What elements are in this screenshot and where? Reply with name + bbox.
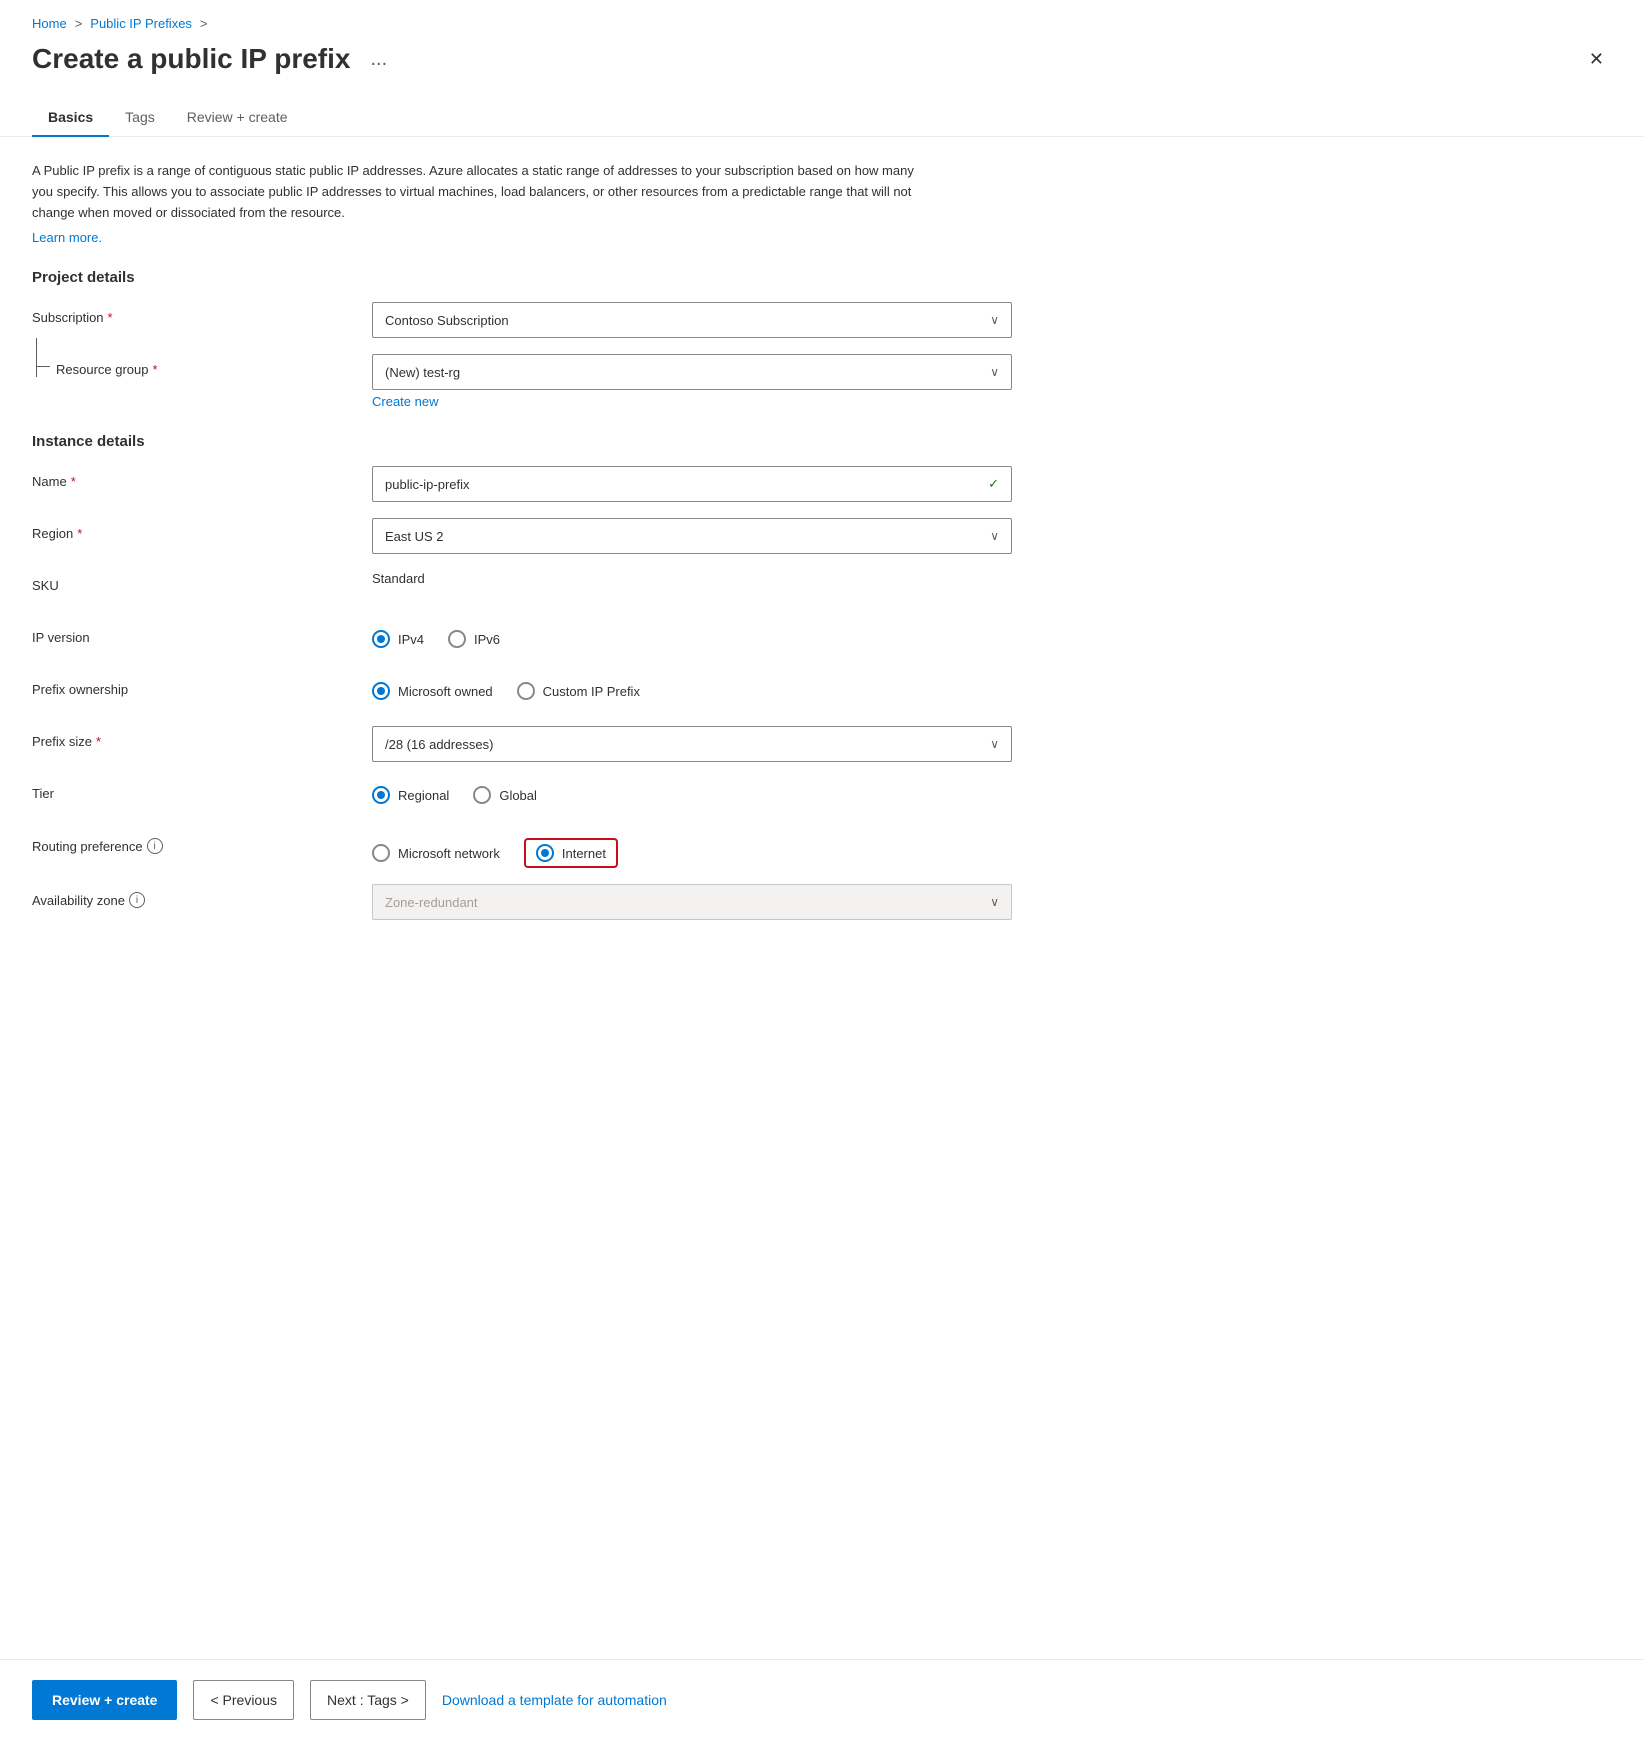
routing-preference-label: Routing preference i [32, 830, 372, 854]
sku-row: SKU Standard [32, 570, 1612, 606]
subscription-label: Subscription * [32, 302, 372, 325]
tier-global-option[interactable]: Global [473, 786, 537, 804]
availability-zone-dropdown[interactable]: Zone-redundant ∨ [372, 884, 1012, 920]
resource-group-control: (New) test-rg ∨ Create new [372, 354, 1012, 409]
microsoft-network-radio-icon[interactable] [372, 844, 390, 862]
microsoft-owned-radio-icon[interactable] [372, 682, 390, 700]
availability-zone-control: Zone-redundant ∨ [372, 884, 1012, 920]
subscription-row: Subscription * Contoso Subscription ∨ [32, 302, 1612, 338]
sku-value: Standard [372, 563, 425, 586]
ipv4-radio-icon[interactable] [372, 630, 390, 648]
name-input[interactable]: public-ip-prefix ✓ [372, 466, 1012, 502]
name-row: Name * public-ip-prefix ✓ [32, 466, 1612, 502]
subscription-dropdown[interactable]: Contoso Subscription ∨ [372, 302, 1012, 338]
breadcrumb-sep2: > [200, 16, 208, 31]
download-template-link[interactable]: Download a template for automation [442, 1692, 667, 1708]
routing-preference-row: Routing preference i Microsoft network I… [32, 830, 1612, 868]
tab-review-create[interactable]: Review + create [171, 99, 304, 137]
prefix-size-label: Prefix size * [32, 726, 372, 749]
region-chevron-icon: ∨ [990, 529, 999, 543]
prefix-ownership-label: Prefix ownership [32, 674, 372, 697]
region-required: * [77, 526, 82, 541]
region-dropdown[interactable]: East US 2 ∨ [372, 518, 1012, 554]
availability-zone-label: Availability zone i [32, 884, 372, 908]
ip-version-row: IP version IPv4 IPv6 [32, 622, 1612, 658]
breadcrumb-sep1: > [75, 16, 83, 31]
name-control: public-ip-prefix ✓ [372, 466, 1012, 502]
regional-radio-icon[interactable] [372, 786, 390, 804]
prefix-size-chevron-icon: ∨ [990, 737, 999, 751]
region-row: Region * East US 2 ∨ [32, 518, 1612, 554]
name-required: * [71, 474, 76, 489]
subscription-chevron-icon: ∨ [990, 313, 999, 327]
ip-version-radio-group: IPv4 IPv6 [372, 622, 1012, 648]
tier-row: Tier Regional Global [32, 778, 1612, 814]
routing-preference-info-icon[interactable]: i [147, 838, 163, 854]
availability-zone-row: Availability zone i Zone-redundant ∨ [32, 884, 1612, 920]
prefix-ownership-radio-group: Microsoft owned Custom IP Prefix [372, 674, 1012, 700]
page-title: Create a public IP prefix [32, 43, 351, 75]
sku-value-container: Standard [372, 570, 1012, 586]
resource-group-chevron-icon: ∨ [990, 365, 999, 379]
ip-version-control: IPv4 IPv6 [372, 622, 1012, 648]
tier-control: Regional Global [372, 778, 1012, 804]
tier-regional-option[interactable]: Regional [372, 786, 449, 804]
ellipsis-button[interactable]: ... [363, 44, 396, 75]
close-button[interactable]: ✕ [1581, 45, 1612, 74]
availability-zone-chevron-icon: ∨ [990, 895, 999, 909]
region-control: East US 2 ∨ [372, 518, 1012, 554]
routing-preference-control: Microsoft network Internet [372, 830, 1012, 868]
global-radio-icon[interactable] [473, 786, 491, 804]
breadcrumb-home[interactable]: Home [32, 16, 67, 31]
custom-ip-radio-icon[interactable] [517, 682, 535, 700]
subscription-required: * [108, 310, 113, 325]
routing-microsoft-network-option[interactable]: Microsoft network [372, 844, 500, 862]
region-label: Region * [32, 518, 372, 541]
name-label: Name * [32, 466, 372, 489]
instance-details-heading: Instance details [32, 433, 1612, 450]
review-create-button[interactable]: Review + create [32, 1680, 177, 1720]
main-content: A Public IP prefix is a range of contigu… [0, 137, 1644, 1659]
prefix-size-dropdown[interactable]: /28 (16 addresses) ∨ [372, 726, 1012, 762]
routing-preference-radio-group: Microsoft network Internet [372, 830, 1012, 868]
previous-button[interactable]: < Previous [193, 1680, 294, 1720]
availability-zone-info-icon[interactable]: i [129, 892, 145, 908]
resource-group-row: Resource group * (New) test-rg ∨ Create … [32, 354, 1612, 409]
breadcrumb: Home > Public IP Prefixes > [32, 16, 1612, 31]
prefix-ownership-control: Microsoft owned Custom IP Prefix [372, 674, 1012, 700]
footer: Review + create < Previous Next : Tags >… [0, 1659, 1644, 1740]
breadcrumb-prefixes[interactable]: Public IP Prefixes [90, 16, 192, 31]
tier-label: Tier [32, 778, 372, 801]
create-new-link[interactable]: Create new [372, 394, 1012, 409]
ip-version-ipv6-option[interactable]: IPv6 [448, 630, 500, 648]
ip-version-ipv4-option[interactable]: IPv4 [372, 630, 424, 648]
ipv6-radio-icon[interactable] [448, 630, 466, 648]
description-text: A Public IP prefix is a range of contigu… [32, 161, 932, 223]
sku-label: SKU [32, 570, 372, 593]
tab-basics[interactable]: Basics [32, 99, 109, 137]
prefix-ownership-custom-option[interactable]: Custom IP Prefix [517, 682, 640, 700]
routing-internet-option[interactable]: Internet [524, 838, 618, 868]
internet-radio-icon[interactable] [536, 844, 554, 862]
learn-more-link[interactable]: Learn more. [32, 230, 102, 245]
prefix-size-row: Prefix size * /28 (16 addresses) ∨ [32, 726, 1612, 762]
name-check-icon: ✓ [988, 476, 999, 492]
prefix-ownership-row: Prefix ownership Microsoft owned Custom … [32, 674, 1612, 710]
subscription-control: Contoso Subscription ∨ [372, 302, 1012, 338]
next-button[interactable]: Next : Tags > [310, 1680, 426, 1720]
tier-radio-group: Regional Global [372, 778, 1012, 804]
prefix-size-control: /28 (16 addresses) ∨ [372, 726, 1012, 762]
tab-tags[interactable]: Tags [109, 99, 171, 137]
prefix-ownership-microsoft-option[interactable]: Microsoft owned [372, 682, 493, 700]
ip-version-label: IP version [32, 622, 372, 645]
project-details-heading: Project details [32, 269, 1612, 286]
prefix-size-required: * [96, 734, 101, 749]
resource-group-required: * [153, 362, 158, 377]
resource-group-label: Resource group * [32, 354, 372, 377]
resource-group-dropdown[interactable]: (New) test-rg ∨ [372, 354, 1012, 390]
tab-bar: Basics Tags Review + create [0, 99, 1644, 137]
